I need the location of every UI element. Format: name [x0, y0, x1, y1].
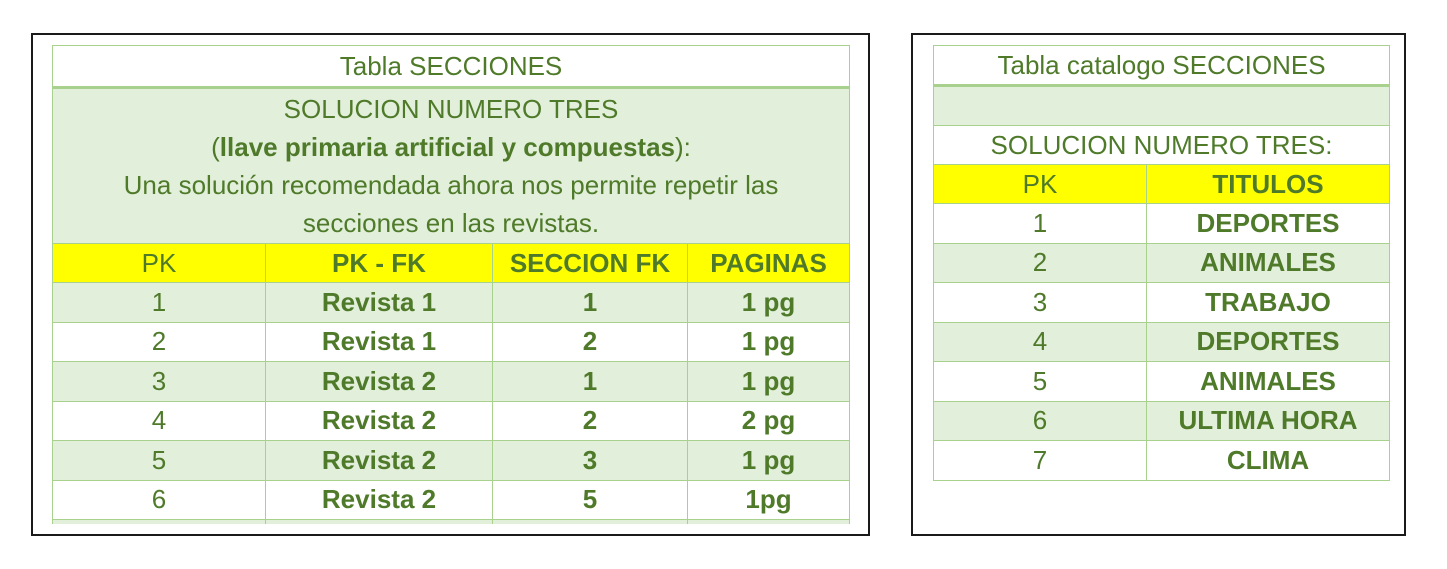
- table-row: 5 ANIMALES: [933, 361, 1391, 402]
- catalogo-secciones-table: Tabla catalogo SECCIONES SOLUCION NUMERO…: [932, 45, 1391, 481]
- catalogo-table-title: Tabla catalogo SECCIONES: [932, 45, 1391, 87]
- header-seccion-fk: SECCION FK: [492, 243, 688, 283]
- solution-subheading: (llave primaria artificial y compuestas)…: [73, 128, 829, 166]
- table-row: 3 Revista 2 1 1 pg: [52, 361, 851, 402]
- cell-paginas: 1 pg: [686, 282, 851, 323]
- solution-key-type: llave primaria artificial y compuestas: [219, 132, 676, 162]
- header-pk: PK: [933, 164, 1147, 204]
- cell-pk: 6: [52, 479, 266, 520]
- solution-explanation: Una solución recomendada ahora nos permi…: [123, 170, 779, 238]
- cell-titulo: DEPORTES: [1145, 321, 1391, 362]
- table-row: 1 Revista 1 1 1 pg: [52, 282, 851, 323]
- cell-titulo: CLIMA: [1145, 440, 1391, 481]
- cell-revista: Revista 2: [265, 400, 493, 441]
- cell-pk: 7: [933, 440, 1147, 481]
- table-row: 7 CLIMA: [933, 440, 1391, 481]
- cell-titulo: ULTIMA HORA: [1145, 400, 1391, 441]
- secciones-table: Tabla SECCIONES SOLUCION NUMERO TRES (ll…: [51, 45, 851, 524]
- secciones-table-title: Tabla SECCIONES: [51, 45, 851, 89]
- cell-paginas: 1 pg: [686, 440, 851, 481]
- cell-paginas: 2 pg: [686, 400, 851, 441]
- cell-revista: Revista 2: [265, 440, 493, 481]
- cell-titulo: TRABAJO: [1145, 282, 1391, 323]
- catalogo-solution-heading: SOLUCION NUMERO TRES:: [932, 125, 1391, 165]
- table-row: 4 DEPORTES: [933, 321, 1391, 362]
- table-row: 2 Revista 1 2 1 pg: [52, 321, 851, 362]
- cell-paginas: 1pg: [686, 479, 851, 520]
- cell-pk: 1: [52, 282, 266, 323]
- cell-pk: 4: [52, 400, 266, 441]
- cell-seccion: 2: [492, 400, 688, 441]
- cell-pk: 4: [933, 321, 1147, 362]
- cut-off-row: [52, 519, 851, 524]
- cell-seccion: 1: [492, 282, 688, 323]
- cell-pk: 2: [933, 242, 1147, 283]
- header-paginas: PAGINAS: [686, 243, 851, 283]
- cell-pk: 5: [52, 440, 266, 481]
- cell-paginas: 1 pg: [686, 321, 851, 362]
- table-row: 1 DEPORTES: [933, 203, 1391, 244]
- cell-seccion: 1: [492, 361, 688, 402]
- header-titulos: TITULOS: [1145, 164, 1391, 204]
- cell-pk: 3: [933, 282, 1147, 323]
- cell-paginas: 1 pg: [686, 361, 851, 402]
- table-row: 4 Revista 2 2 2 pg: [52, 400, 851, 441]
- table-row: 5 Revista 2 3 1 pg: [52, 440, 851, 481]
- secciones-header-row: PK PK - FK SECCION FK PAGINAS: [52, 243, 851, 283]
- table-row: 3 TRABAJO: [933, 282, 1391, 323]
- table-row: 6 ULTIMA HORA: [933, 400, 1391, 441]
- cell-titulo: ANIMALES: [1145, 242, 1391, 283]
- catalogo-header-row: PK TITULOS: [933, 164, 1391, 204]
- cell-revista: Revista 1: [265, 321, 493, 362]
- table-row: 2 ANIMALES: [933, 242, 1391, 283]
- cell-revista: Revista 1: [265, 282, 493, 323]
- cell-pk: 2: [52, 321, 266, 362]
- empty-band: [932, 85, 1391, 126]
- cell-seccion: 2: [492, 321, 688, 362]
- paren-close: ):: [675, 132, 691, 162]
- cell-pk: 5: [933, 361, 1147, 402]
- cell-pk: 6: [933, 400, 1147, 441]
- solution-heading: SOLUCION NUMERO TRES: [283, 94, 619, 124]
- cell-pk: 1: [933, 203, 1147, 244]
- header-pk: PK: [52, 243, 266, 283]
- cell-seccion: 5: [492, 479, 688, 520]
- cell-pk: 3: [52, 361, 266, 402]
- header-pk-fk: PK - FK: [265, 243, 493, 283]
- cell-titulo: ANIMALES: [1145, 361, 1391, 402]
- table-row: 6 Revista 2 5 1pg: [52, 479, 851, 520]
- solution-description: SOLUCION NUMERO TRES (llave primaria art…: [51, 87, 851, 244]
- cell-revista: Revista 2: [265, 479, 493, 520]
- cell-titulo: DEPORTES: [1145, 203, 1391, 244]
- cell-revista: Revista 2: [265, 361, 493, 402]
- cell-seccion: 3: [492, 440, 688, 481]
- paren-open: (: [211, 132, 220, 162]
